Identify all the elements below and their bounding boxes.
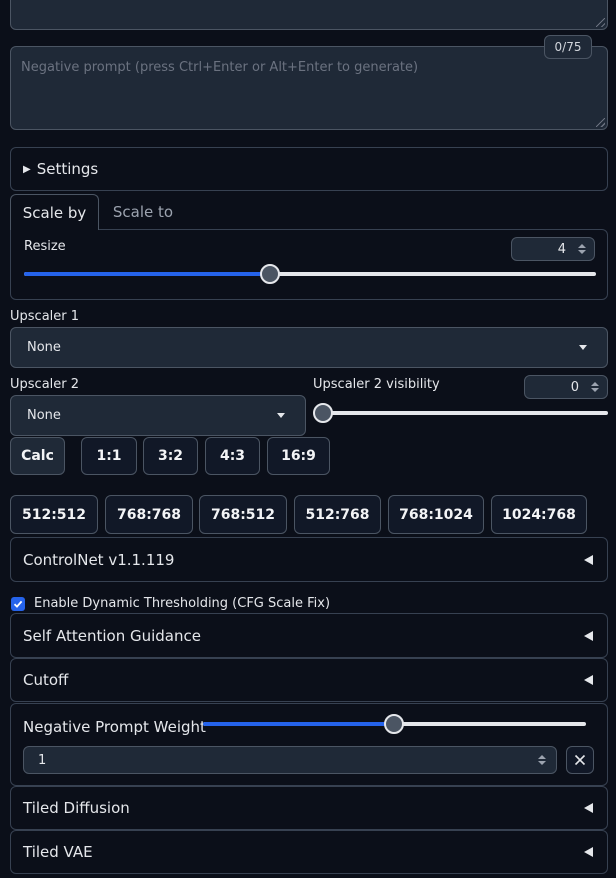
resize-slider[interactable] [24, 264, 596, 284]
resize-slider-fill [24, 272, 270, 276]
tiled-vae-label: Tiled VAE [23, 843, 93, 861]
size-label: 768:1024 [399, 506, 473, 523]
resize-value: 4 [557, 241, 566, 257]
spinner-icon[interactable] [538, 755, 546, 765]
negative-weight-value: 1 [38, 752, 47, 768]
size-768x1024-button[interactable]: 768:1024 [388, 495, 484, 534]
size-label: 768:512 [210, 506, 276, 523]
collapse-triangle-icon [584, 675, 593, 685]
resize-slider-thumb[interactable] [260, 264, 280, 284]
token-counter: 0/75 [544, 35, 592, 59]
size-768x768-button[interactable]: 768:768 [105, 495, 193, 534]
tab-scale-by[interactable]: Scale by [10, 194, 99, 230]
tiled-diffusion-label: Tiled Diffusion [23, 799, 130, 817]
upscaler1-value: None [27, 340, 61, 355]
cutoff-accordion[interactable]: Cutoff [10, 658, 608, 702]
size-label: 768:768 [116, 506, 182, 523]
negative-weight-label: Negative Prompt Weight [23, 718, 206, 736]
upscaler2-dropdown[interactable]: None [10, 395, 306, 436]
negative-weight-number-input[interactable]: 1 [23, 746, 557, 774]
ratio-1-1-button[interactable]: 1:1 [81, 437, 137, 475]
calc-label: Calc [21, 448, 54, 464]
upscaler1-dropdown[interactable]: None [10, 327, 608, 368]
resize-grip-icon[interactable] [596, 118, 605, 127]
self-attention-label: Self Attention Guidance [23, 626, 201, 645]
collapse-triangle-icon [584, 847, 593, 857]
size-label: 1024:768 [502, 506, 576, 523]
upscaler2-visibility-slider[interactable] [313, 403, 608, 423]
clear-button[interactable] [566, 746, 594, 774]
negative-weight-slider[interactable] [203, 714, 586, 734]
size-1024x768-button[interactable]: 1024:768 [491, 495, 587, 534]
upscaler1-label: Upscaler 1 [10, 309, 80, 324]
tiled-vae-accordion[interactable]: Tiled VAE [10, 830, 608, 874]
chevron-down-icon [277, 413, 285, 418]
upscaler2-visibility-label: Upscaler 2 visibility [313, 377, 440, 392]
tab-scale-to-label: Scale to [112, 203, 174, 221]
upscaler2-visibility-input[interactable]: 0 [524, 375, 608, 399]
cutoff-label: Cutoff [23, 671, 69, 689]
close-icon [574, 754, 586, 766]
negative-prompt-textarea[interactable]: Negative prompt (press Ctrl+Enter or Alt… [10, 46, 608, 130]
negative-weight-panel: Negative Prompt Weight 1 [10, 703, 608, 786]
size-512x512-button[interactable]: 512:512 [10, 495, 98, 534]
ratio-label: 16:9 [281, 448, 316, 464]
resize-grip-icon[interactable] [596, 18, 605, 27]
tiled-diffusion-accordion[interactable]: Tiled Diffusion [10, 786, 608, 830]
size-label: 512:512 [21, 506, 87, 523]
collapse-triangle-icon [584, 630, 593, 641]
size-512x768-button[interactable]: 512:768 [294, 495, 381, 534]
upscaler2-visibility-thumb[interactable] [313, 403, 333, 423]
upscaler2-value: None [27, 408, 61, 423]
checkmark-icon[interactable] [11, 596, 25, 611]
prompt-textarea[interactable] [10, 0, 608, 30]
self-attention-accordion[interactable]: Self Attention Guidance [10, 613, 608, 658]
tab-scale-by-label: Scale by [22, 203, 87, 222]
collapse-triangle-icon [584, 554, 593, 565]
upscaler2-visibility-value: 0 [570, 379, 579, 395]
size-label: 512:768 [305, 506, 370, 523]
settings-accordion[interactable]: ▶ Settings [10, 147, 608, 191]
dynamic-thresholding-checkbox[interactable]: Enable Dynamic Thresholding (CFG Scale F… [11, 596, 330, 611]
resize-label: Resize [24, 239, 66, 254]
ratio-label: 1:1 [96, 448, 122, 464]
collapse-triangle-icon [584, 803, 593, 813]
dynamic-thresholding-label: Enable Dynamic Thresholding (CFG Scale F… [34, 596, 331, 611]
upscaler2-label: Upscaler 2 [10, 377, 80, 392]
ratio-label: 4:3 [219, 448, 246, 464]
calc-button[interactable]: Calc [10, 437, 65, 475]
tab-scale-to[interactable]: Scale to [99, 194, 187, 230]
size-768x512-button[interactable]: 768:512 [199, 495, 287, 534]
expand-triangle-icon: ▶ [23, 163, 31, 175]
ratio-3-2-button[interactable]: 3:2 [143, 437, 198, 475]
negative-prompt-placeholder: Negative prompt (press Ctrl+Enter or Alt… [21, 60, 419, 75]
spinner-icon[interactable] [578, 244, 586, 254]
scale-by-panel: Resize 4 [10, 229, 608, 300]
ratio-16-9-button[interactable]: 16:9 [267, 437, 330, 475]
resize-number-input[interactable]: 4 [511, 237, 595, 261]
ratio-4-3-button[interactable]: 4:3 [205, 437, 260, 475]
controlnet-label: ControlNet v1.1.119 [23, 550, 175, 569]
settings-label: Settings [36, 160, 99, 178]
ratio-label: 3:2 [157, 448, 184, 464]
negative-weight-slider-fill [203, 722, 394, 726]
chevron-down-icon [579, 345, 587, 350]
spinner-icon[interactable] [591, 382, 599, 392]
controlnet-accordion[interactable]: ControlNet v1.1.119 [10, 537, 608, 582]
negative-weight-slider-thumb[interactable] [384, 714, 404, 734]
